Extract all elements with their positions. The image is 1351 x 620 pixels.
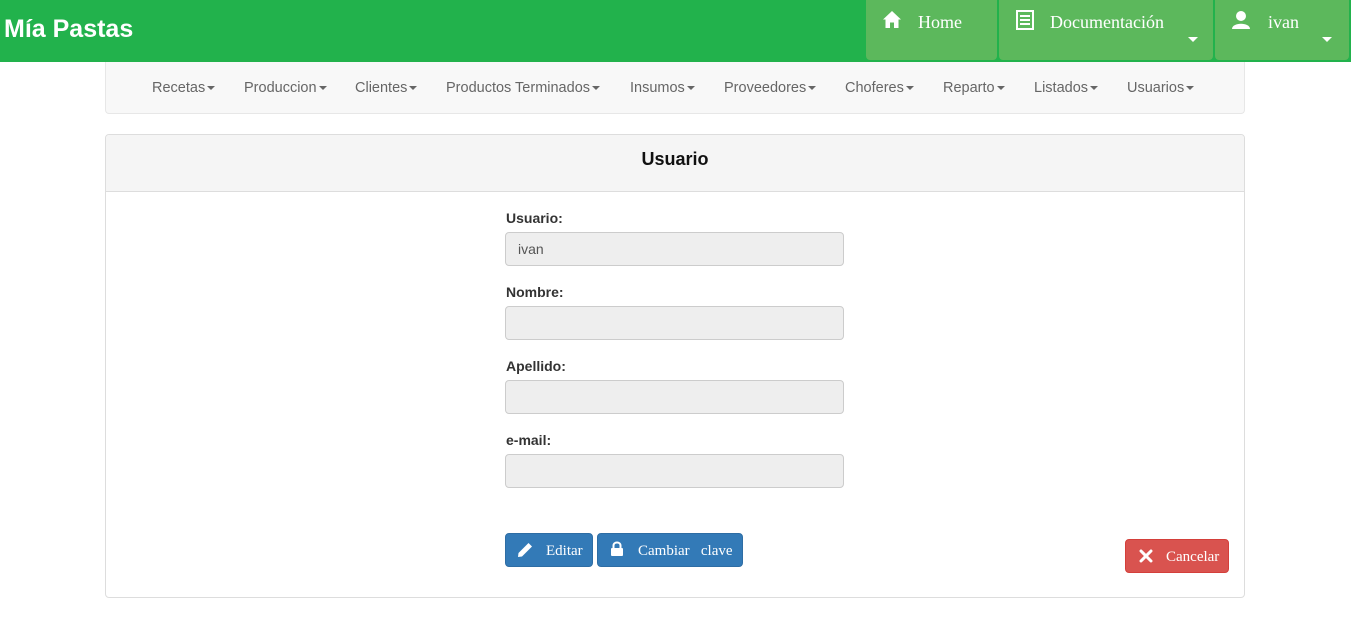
caret-down-icon — [592, 86, 601, 91]
caret-down-icon — [409, 86, 418, 91]
documentation-dropdown[interactable]: Documentación — [999, 0, 1213, 60]
user-icon — [1232, 11, 1250, 29]
menu-produccion[interactable]: Produccion — [244, 80, 327, 96]
usuario-label: Usuario: — [506, 210, 563, 226]
menu-reparto[interactable]: Reparto — [943, 80, 1005, 96]
menu-clientes[interactable]: Clientes — [355, 80, 418, 96]
nombre-label: Nombre: — [506, 284, 564, 300]
caret-down-icon — [207, 86, 216, 91]
menu-recetas[interactable]: Recetas — [152, 80, 216, 96]
email-field[interactable] — [505, 454, 844, 488]
home-button[interactable]: Home — [866, 0, 997, 60]
menu-listados[interactable]: Listados — [1034, 80, 1099, 96]
edit-label: Editar — [546, 543, 583, 559]
caret-down-icon — [905, 86, 914, 91]
edit-button[interactable]: Editar — [505, 533, 593, 567]
menu-usuarios[interactable]: Usuarios — [1127, 80, 1195, 96]
change-password-label: Cambiar clave — [638, 543, 733, 559]
usuario-field[interactable] — [505, 232, 844, 266]
pencil-icon — [518, 543, 532, 557]
apellido-field[interactable] — [505, 380, 844, 414]
close-icon — [1139, 549, 1153, 563]
cancel-button[interactable]: Cancelar — [1125, 539, 1229, 573]
panel-header: Usuario — [106, 135, 1244, 192]
caret-down-icon — [686, 86, 695, 91]
brand-logo[interactable]: Mía Pastas — [4, 15, 133, 44]
caret-down-icon — [318, 86, 327, 91]
chevron-down-icon — [1188, 37, 1198, 42]
user-dropdown[interactable]: ivan — [1215, 0, 1349, 60]
menu-proveedores[interactable]: Proveedores — [724, 80, 817, 96]
caret-down-icon — [996, 86, 1005, 91]
user-label: ivan — [1268, 12, 1299, 32]
nombre-field[interactable] — [505, 306, 844, 340]
main-menu-bar: Recetas Produccion Clientes Productos Te… — [105, 62, 1245, 114]
home-icon — [883, 11, 901, 28]
apellido-label: Apellido: — [506, 358, 566, 374]
menu-productos-terminados[interactable]: Productos Terminados — [446, 80, 601, 96]
caret-down-icon — [808, 86, 817, 91]
user-panel: Usuario Usuario: Nombre: Apellido: e-mai… — [105, 134, 1245, 598]
documentation-label: Documentación — [1050, 12, 1164, 32]
menu-choferes[interactable]: Choferes — [845, 80, 914, 96]
home-label: Home — [918, 12, 962, 32]
caret-down-icon — [1186, 86, 1195, 91]
panel-title: Usuario — [641, 149, 709, 169]
cancel-label: Cancelar — [1166, 549, 1220, 565]
document-list-icon — [1016, 10, 1034, 30]
caret-down-icon — [1090, 86, 1099, 91]
top-bar: Mía Pastas Home Documentación ivan — [0, 0, 1351, 62]
change-password-button[interactable]: Cambiar clave — [597, 533, 743, 567]
email-label: e-mail: — [506, 432, 552, 448]
chevron-down-icon — [1322, 37, 1332, 42]
menu-insumos[interactable]: Insumos — [630, 80, 695, 96]
lock-icon — [611, 541, 623, 556]
